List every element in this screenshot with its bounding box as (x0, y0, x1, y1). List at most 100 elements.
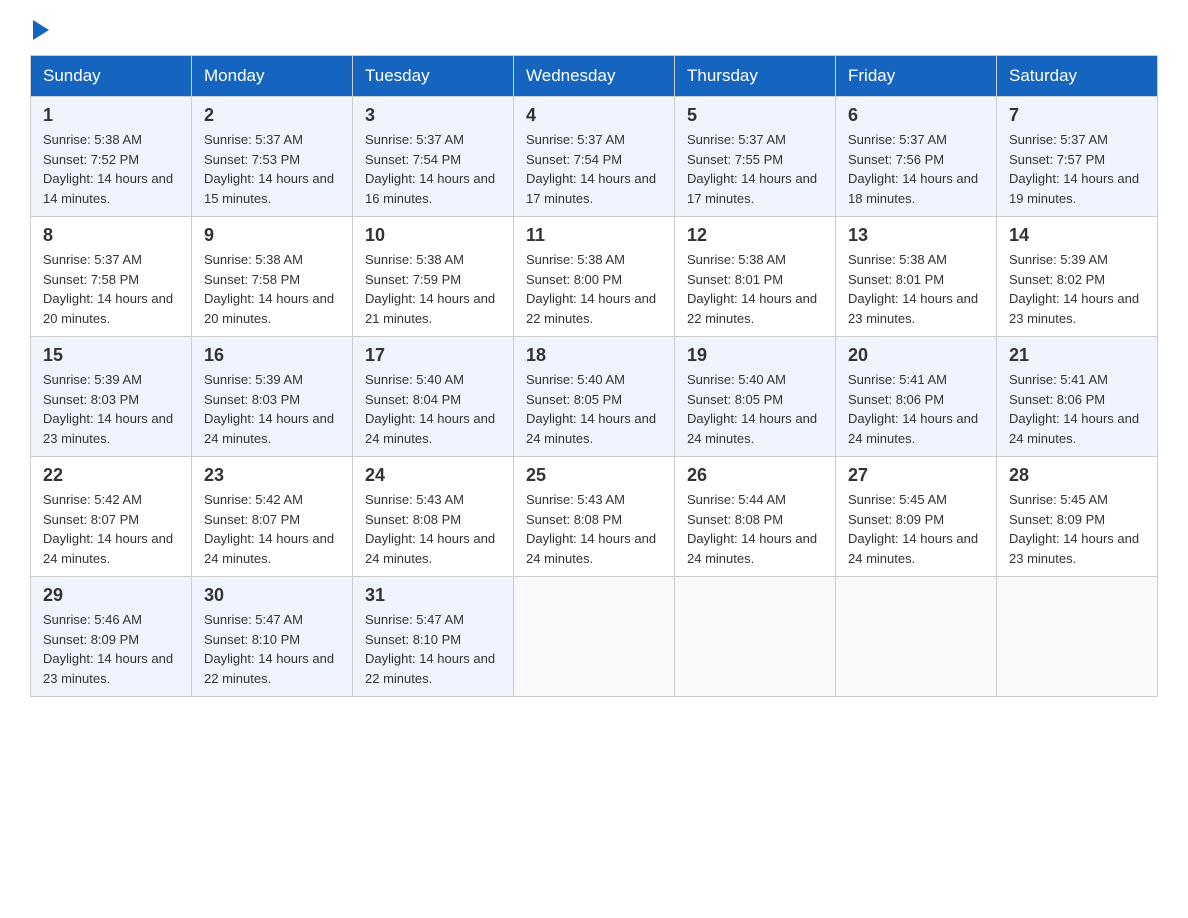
sunset-label: Sunset: 8:03 PM (204, 392, 300, 407)
day-info: Sunrise: 5:37 AM Sunset: 7:58 PM Dayligh… (43, 250, 179, 328)
day-number: 11 (526, 225, 662, 246)
calendar-cell: 11 Sunrise: 5:38 AM Sunset: 8:00 PM Dayl… (514, 217, 675, 337)
calendar-table: SundayMondayTuesdayWednesdayThursdayFrid… (30, 55, 1158, 697)
calendar-cell (514, 577, 675, 697)
sunset-label: Sunset: 8:10 PM (365, 632, 461, 647)
daylight-label: Daylight: 14 hours and 16 minutes. (365, 171, 495, 206)
sunset-label: Sunset: 8:01 PM (687, 272, 783, 287)
day-info: Sunrise: 5:41 AM Sunset: 8:06 PM Dayligh… (848, 370, 984, 448)
sunset-label: Sunset: 7:54 PM (526, 152, 622, 167)
day-number: 22 (43, 465, 179, 486)
day-number: 25 (526, 465, 662, 486)
daylight-label: Daylight: 14 hours and 23 minutes. (848, 291, 978, 326)
calendar-cell: 4 Sunrise: 5:37 AM Sunset: 7:54 PM Dayli… (514, 97, 675, 217)
day-number: 15 (43, 345, 179, 366)
day-info: Sunrise: 5:37 AM Sunset: 7:55 PM Dayligh… (687, 130, 823, 208)
daylight-label: Daylight: 14 hours and 17 minutes. (526, 171, 656, 206)
day-info: Sunrise: 5:37 AM Sunset: 7:54 PM Dayligh… (526, 130, 662, 208)
calendar-cell: 16 Sunrise: 5:39 AM Sunset: 8:03 PM Dayl… (192, 337, 353, 457)
calendar-cell: 24 Sunrise: 5:43 AM Sunset: 8:08 PM Dayl… (353, 457, 514, 577)
sunrise-label: Sunrise: 5:43 AM (526, 492, 625, 507)
daylight-label: Daylight: 14 hours and 24 minutes. (204, 531, 334, 566)
day-info: Sunrise: 5:38 AM Sunset: 7:59 PM Dayligh… (365, 250, 501, 328)
day-info: Sunrise: 5:44 AM Sunset: 8:08 PM Dayligh… (687, 490, 823, 568)
calendar-cell: 14 Sunrise: 5:39 AM Sunset: 8:02 PM Dayl… (997, 217, 1158, 337)
header-row: SundayMondayTuesdayWednesdayThursdayFrid… (31, 56, 1158, 97)
week-row-4: 22 Sunrise: 5:42 AM Sunset: 8:07 PM Dayl… (31, 457, 1158, 577)
daylight-label: Daylight: 14 hours and 24 minutes. (848, 411, 978, 446)
day-number: 27 (848, 465, 984, 486)
day-info: Sunrise: 5:38 AM Sunset: 8:01 PM Dayligh… (687, 250, 823, 328)
calendar-cell: 13 Sunrise: 5:38 AM Sunset: 8:01 PM Dayl… (836, 217, 997, 337)
day-number: 13 (848, 225, 984, 246)
sunset-label: Sunset: 7:59 PM (365, 272, 461, 287)
sunset-label: Sunset: 7:58 PM (43, 272, 139, 287)
day-number: 28 (1009, 465, 1145, 486)
week-row-1: 1 Sunrise: 5:38 AM Sunset: 7:52 PM Dayli… (31, 97, 1158, 217)
page-header (30, 20, 1158, 45)
sunset-label: Sunset: 8:09 PM (43, 632, 139, 647)
daylight-label: Daylight: 14 hours and 24 minutes. (365, 411, 495, 446)
calendar-cell: 2 Sunrise: 5:37 AM Sunset: 7:53 PM Dayli… (192, 97, 353, 217)
sunset-label: Sunset: 7:52 PM (43, 152, 139, 167)
sunset-label: Sunset: 8:05 PM (526, 392, 622, 407)
calendar-cell: 29 Sunrise: 5:46 AM Sunset: 8:09 PM Dayl… (31, 577, 192, 697)
calendar-cell: 9 Sunrise: 5:38 AM Sunset: 7:58 PM Dayli… (192, 217, 353, 337)
sunset-label: Sunset: 8:00 PM (526, 272, 622, 287)
day-info: Sunrise: 5:47 AM Sunset: 8:10 PM Dayligh… (365, 610, 501, 688)
sunrise-label: Sunrise: 5:47 AM (204, 612, 303, 627)
header-thursday: Thursday (675, 56, 836, 97)
daylight-label: Daylight: 14 hours and 24 minutes. (526, 531, 656, 566)
daylight-label: Daylight: 14 hours and 22 minutes. (687, 291, 817, 326)
daylight-label: Daylight: 14 hours and 23 minutes. (43, 651, 173, 686)
daylight-label: Daylight: 14 hours and 20 minutes. (204, 291, 334, 326)
sunset-label: Sunset: 8:09 PM (1009, 512, 1105, 527)
sunrise-label: Sunrise: 5:37 AM (365, 132, 464, 147)
sunrise-label: Sunrise: 5:37 AM (687, 132, 786, 147)
daylight-label: Daylight: 14 hours and 21 minutes. (365, 291, 495, 326)
day-number: 23 (204, 465, 340, 486)
daylight-label: Daylight: 14 hours and 24 minutes. (687, 411, 817, 446)
day-number: 18 (526, 345, 662, 366)
daylight-label: Daylight: 14 hours and 20 minutes. (43, 291, 173, 326)
day-info: Sunrise: 5:38 AM Sunset: 7:52 PM Dayligh… (43, 130, 179, 208)
day-info: Sunrise: 5:37 AM Sunset: 7:54 PM Dayligh… (365, 130, 501, 208)
sunset-label: Sunset: 7:54 PM (365, 152, 461, 167)
day-info: Sunrise: 5:43 AM Sunset: 8:08 PM Dayligh… (365, 490, 501, 568)
sunrise-label: Sunrise: 5:37 AM (43, 252, 142, 267)
calendar-cell: 5 Sunrise: 5:37 AM Sunset: 7:55 PM Dayli… (675, 97, 836, 217)
daylight-label: Daylight: 14 hours and 24 minutes. (43, 531, 173, 566)
calendar-cell: 7 Sunrise: 5:37 AM Sunset: 7:57 PM Dayli… (997, 97, 1158, 217)
day-number: 5 (687, 105, 823, 126)
calendar-cell: 27 Sunrise: 5:45 AM Sunset: 8:09 PM Dayl… (836, 457, 997, 577)
day-number: 12 (687, 225, 823, 246)
sunrise-label: Sunrise: 5:39 AM (43, 372, 142, 387)
calendar-cell: 18 Sunrise: 5:40 AM Sunset: 8:05 PM Dayl… (514, 337, 675, 457)
sunset-label: Sunset: 8:04 PM (365, 392, 461, 407)
logo (30, 20, 52, 45)
sunset-label: Sunset: 8:08 PM (687, 512, 783, 527)
sunrise-label: Sunrise: 5:37 AM (204, 132, 303, 147)
day-info: Sunrise: 5:46 AM Sunset: 8:09 PM Dayligh… (43, 610, 179, 688)
daylight-label: Daylight: 14 hours and 15 minutes. (204, 171, 334, 206)
header-wednesday: Wednesday (514, 56, 675, 97)
calendar-cell: 6 Sunrise: 5:37 AM Sunset: 7:56 PM Dayli… (836, 97, 997, 217)
daylight-label: Daylight: 14 hours and 23 minutes. (43, 411, 173, 446)
calendar-cell: 28 Sunrise: 5:45 AM Sunset: 8:09 PM Dayl… (997, 457, 1158, 577)
sunset-label: Sunset: 8:02 PM (1009, 272, 1105, 287)
sunrise-label: Sunrise: 5:38 AM (687, 252, 786, 267)
day-number: 24 (365, 465, 501, 486)
calendar-cell: 26 Sunrise: 5:44 AM Sunset: 8:08 PM Dayl… (675, 457, 836, 577)
day-info: Sunrise: 5:39 AM Sunset: 8:02 PM Dayligh… (1009, 250, 1145, 328)
sunset-label: Sunset: 7:56 PM (848, 152, 944, 167)
day-number: 16 (204, 345, 340, 366)
calendar-cell: 10 Sunrise: 5:38 AM Sunset: 7:59 PM Dayl… (353, 217, 514, 337)
sunrise-label: Sunrise: 5:38 AM (526, 252, 625, 267)
day-info: Sunrise: 5:37 AM Sunset: 7:57 PM Dayligh… (1009, 130, 1145, 208)
daylight-label: Daylight: 14 hours and 14 minutes. (43, 171, 173, 206)
day-number: 30 (204, 585, 340, 606)
daylight-label: Daylight: 14 hours and 23 minutes. (1009, 531, 1139, 566)
header-monday: Monday (192, 56, 353, 97)
day-info: Sunrise: 5:45 AM Sunset: 8:09 PM Dayligh… (848, 490, 984, 568)
calendar-cell: 20 Sunrise: 5:41 AM Sunset: 8:06 PM Dayl… (836, 337, 997, 457)
